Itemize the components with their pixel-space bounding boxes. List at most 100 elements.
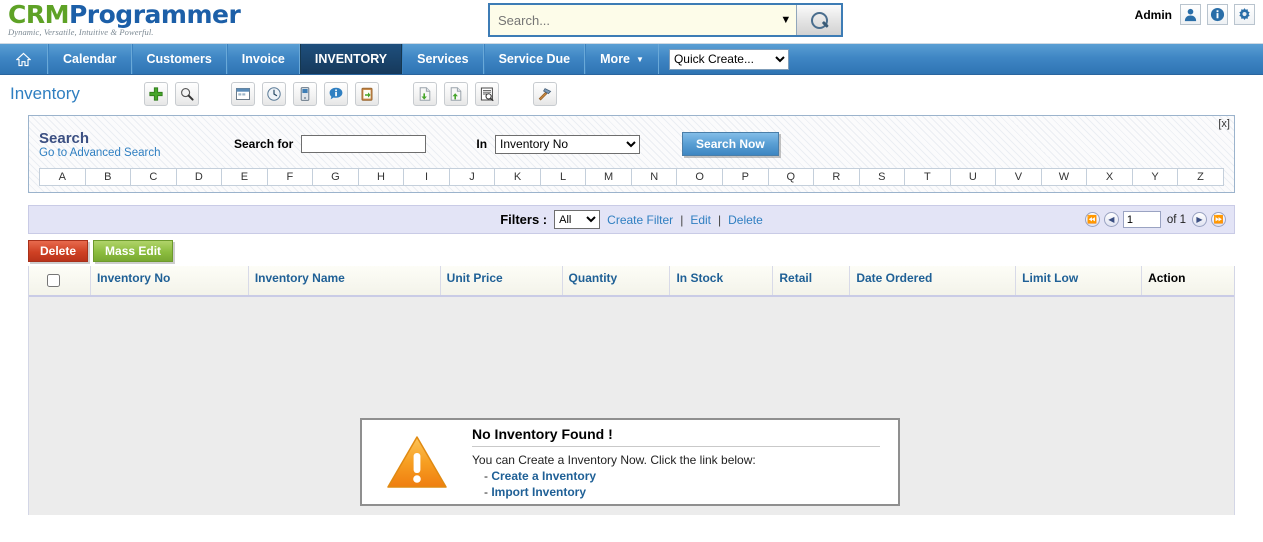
- alpha-l[interactable]: L: [540, 169, 587, 185]
- dash: -: [484, 468, 488, 483]
- last-page-icon[interactable]: ⏩: [1211, 212, 1226, 227]
- quick-create-select[interactable]: Quick Create...: [668, 48, 789, 70]
- create-inventory-link[interactable]: Create a Inventory: [491, 469, 596, 483]
- import-inventory-link[interactable]: Import Inventory: [491, 485, 586, 499]
- alpha-k[interactable]: K: [495, 169, 541, 185]
- alpha-f[interactable]: F: [267, 169, 314, 185]
- alpha-v[interactable]: V: [996, 169, 1042, 185]
- page-number-input[interactable]: [1122, 211, 1161, 228]
- alpha-s[interactable]: S: [859, 169, 906, 185]
- nav-item-invoice[interactable]: Invoice: [226, 44, 300, 74]
- nav-label: INVENTORY: [314, 52, 388, 66]
- empty-state-dialog: No Inventory Found ! You can Create a In…: [360, 418, 900, 506]
- search-panel-title-block: Search Go to Advanced Search: [39, 130, 234, 159]
- alpha-j[interactable]: J: [449, 169, 496, 185]
- alpha-e[interactable]: E: [222, 169, 268, 185]
- nav-item-customers[interactable]: Customers: [131, 44, 227, 74]
- export-icon[interactable]: [444, 82, 468, 106]
- alpha-n[interactable]: N: [631, 169, 678, 185]
- alpha-b[interactable]: B: [85, 169, 132, 185]
- nav-label: Service Due: [498, 52, 571, 66]
- column-in-stock[interactable]: In Stock: [670, 266, 774, 295]
- search-now-button[interactable]: Search Now: [682, 132, 779, 156]
- prev-page-icon[interactable]: ◀: [1103, 212, 1119, 227]
- alpha-u[interactable]: U: [950, 169, 997, 185]
- alpha-x[interactable]: X: [1087, 169, 1133, 185]
- info-icon[interactable]: [1207, 4, 1228, 25]
- clock-icon[interactable]: [262, 82, 286, 106]
- nav-label: Invoice: [241, 52, 285, 66]
- next-page-icon[interactable]: ▶: [1192, 212, 1207, 227]
- empty-state-text: No Inventory Found ! You can Create a In…: [472, 426, 898, 499]
- nav-item-inventory[interactable]: INVENTORY: [299, 44, 403, 74]
- alpha-y[interactable]: Y: [1132, 169, 1179, 185]
- alpha-o[interactable]: O: [677, 169, 723, 185]
- nav-item-home[interactable]: [0, 44, 48, 74]
- clipboard-import-icon[interactable]: [355, 82, 379, 106]
- alpha-q[interactable]: Q: [768, 169, 815, 185]
- nav-item-more[interactable]: More ▼: [585, 44, 659, 74]
- alpha-h[interactable]: H: [358, 169, 405, 185]
- filter-bar: Filters : All Create Filter | Edit | Del…: [28, 205, 1235, 234]
- column-retail[interactable]: Retail: [773, 266, 851, 295]
- column-inventory-name[interactable]: Inventory Name: [249, 266, 441, 295]
- gear-icon[interactable]: [1234, 4, 1255, 25]
- nav-label: Customers: [146, 52, 212, 66]
- tools-hammer-icon[interactable]: [533, 82, 557, 106]
- add-icon[interactable]: [144, 82, 168, 106]
- column-unit-price[interactable]: Unit Price: [441, 266, 563, 295]
- import-icon[interactable]: [413, 82, 437, 106]
- caret-down-icon[interactable]: ▼: [775, 14, 796, 26]
- search-magnifier-icon[interactable]: [175, 82, 199, 106]
- filter-select[interactable]: All: [554, 210, 601, 229]
- global-search[interactable]: ▼: [488, 3, 843, 37]
- create-filter-link[interactable]: Create Filter: [607, 213, 673, 227]
- alpha-i[interactable]: I: [404, 169, 450, 185]
- search-in-select[interactable]: Inventory No: [495, 134, 641, 154]
- first-page-icon[interactable]: ⏪: [1084, 212, 1100, 227]
- admin-area: Admin: [1135, 4, 1255, 25]
- home-icon: [16, 52, 31, 66]
- logo-crm-text: CRM: [8, 0, 69, 29]
- calendar-icon[interactable]: [231, 82, 255, 106]
- logo-programmer-text: Programmer: [68, 0, 241, 29]
- search-button[interactable]: [796, 5, 841, 35]
- search-input[interactable]: [496, 11, 776, 29]
- device-icon[interactable]: [293, 82, 317, 106]
- nav-item-service-due[interactable]: Service Due: [483, 44, 586, 74]
- delete-filter-link[interactable]: Delete: [728, 213, 763, 227]
- alpha-z[interactable]: Z: [1178, 169, 1223, 185]
- document-search-icon[interactable]: [475, 82, 499, 106]
- alpha-d[interactable]: D: [176, 169, 223, 185]
- alpha-w[interactable]: W: [1041, 169, 1088, 185]
- alpha-m[interactable]: M: [586, 169, 632, 185]
- alpha-g[interactable]: G: [313, 169, 359, 185]
- alpha-r[interactable]: R: [814, 169, 860, 185]
- global-search-box[interactable]: ▼: [490, 5, 796, 35]
- alpha-a[interactable]: A: [40, 169, 86, 185]
- alpha-t[interactable]: T: [905, 169, 951, 185]
- nav-item-services[interactable]: Services: [402, 44, 484, 74]
- alpha-p[interactable]: P: [722, 169, 769, 185]
- filter-controls: Filters : All Create Filter | Edit | Del…: [500, 210, 763, 229]
- mass-edit-button[interactable]: Mass Edit: [93, 240, 174, 262]
- column-date-ordered[interactable]: Date Ordered: [850, 266, 1017, 295]
- nav-item-calendar[interactable]: Calendar: [48, 44, 132, 74]
- user-icon[interactable]: [1180, 4, 1201, 25]
- nav-label: More: [600, 52, 631, 66]
- import-inventory-link-row: - Import Inventory: [484, 485, 884, 499]
- advanced-search-link[interactable]: Go to Advanced Search: [39, 147, 234, 159]
- column-inventory-no[interactable]: Inventory No: [91, 266, 249, 295]
- delete-button[interactable]: Delete: [28, 240, 89, 262]
- column-quantity[interactable]: Quantity: [563, 266, 671, 295]
- toolbar-group-modules: [231, 82, 379, 106]
- comment-info-icon[interactable]: [324, 82, 348, 106]
- search-panel-row: Search Go to Advanced Search Search for …: [39, 124, 1224, 164]
- column-limit-low[interactable]: Limit Low: [1016, 266, 1143, 295]
- edit-filter-link[interactable]: Edit: [690, 213, 711, 227]
- pagination: ⏪ ◀ of 1 ▶ ⏩: [1084, 211, 1226, 228]
- search-for-input[interactable]: [301, 135, 427, 153]
- search-icon: [810, 11, 828, 29]
- select-all-checkbox[interactable]: [47, 274, 60, 287]
- alpha-c[interactable]: C: [131, 169, 177, 185]
